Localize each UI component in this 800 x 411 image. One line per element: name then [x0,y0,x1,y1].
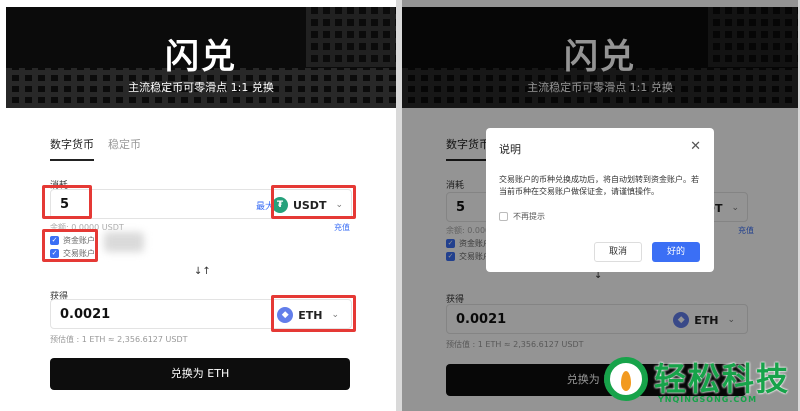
watermark-url: YNQINGSONG.COM [658,395,758,404]
cancel-button[interactable]: 取消 [594,242,642,262]
recharge-link[interactable]: 充值 [334,222,350,233]
redacted-balance [104,232,144,252]
hero-banner: 闪兑 主流稳定币可零滑点 1:1 兑换 [6,7,396,108]
no-remind-checkbox[interactable]: 不再提示 [499,211,545,222]
exchange-screen-left: 闪兑 主流稳定币可零滑点 1:1 兑换 数字货币 稳定币 消耗 5 最大 ₮ U… [0,0,396,411]
highlight-box-amount [42,185,92,219]
exchange-screen-right: 闪兑 主流稳定币可零滑点 1:1 兑换 数字货币 消耗 5 USDT ⌄ 余额:… [402,0,798,411]
checkbox-unchecked-icon [499,212,508,221]
no-remind-label: 不再提示 [513,212,545,221]
dialog-message: 交易账户的币种兑换成功后，将自动划转到资金账户。若当前币种在交易账户做保证金，请… [499,175,699,196]
highlight-box-receive-coin [271,295,356,332]
page-subtitle: 主流稳定币可零滑点 1:1 兑换 [128,81,274,94]
watermark-name: 轻松科技 [654,360,791,398]
tab-stablecoin[interactable]: 稳定币 [108,136,141,161]
brand-logo-icon [604,357,648,401]
watermark-logo: 轻松科技 YNQINGSONG.COM [604,353,794,409]
receive-amount-input[interactable]: 0.0021 [60,307,110,322]
swap-direction-icon[interactable]: ↓↑ [194,266,211,277]
exchange-button[interactable]: 兑换为 ETH [50,358,350,390]
close-icon[interactable]: ✕ [690,139,701,154]
dialog-title: 说明 [499,143,521,156]
highlight-box-accounts [42,229,98,262]
ok-button[interactable]: 好的 [652,242,700,262]
tab-digital-currency[interactable]: 数字货币 [50,136,94,161]
asset-tabs: 数字货币 稳定币 [50,136,141,161]
info-dialog: 说明 ✕ 交易账户的币种兑换成功后，将自动划转到资金账户。若当前币种在交易账户做… [486,128,714,272]
highlight-box-pay-coin [271,185,356,219]
page-title: 闪兑 [165,37,237,77]
estimate-text: 预估值 : 1 ETH ≈ 2,356.6127 USDT [50,335,188,344]
